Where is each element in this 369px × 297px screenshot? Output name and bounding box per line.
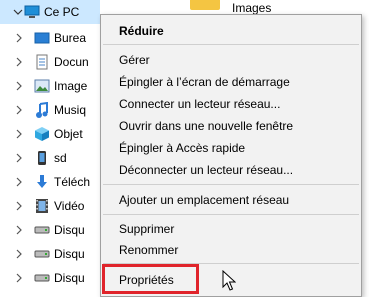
nav-item-label: Burea: [54, 31, 87, 45]
menu-separator: [103, 184, 359, 185]
menu-item-map-network-drive[interactable]: Connecter un lecteur réseau...: [119, 97, 280, 111]
downloads-icon: [34, 174, 50, 190]
drive-icon: [34, 222, 50, 238]
drive-icon: [34, 246, 50, 262]
nav-item-label: Musiq: [54, 103, 87, 117]
chevron-right-icon[interactable]: [14, 223, 24, 237]
phone-icon: [34, 150, 50, 166]
videos-icon: [34, 198, 50, 214]
navigation-pane: Ce PC Burea Docun Image Musiq Objet sd T…: [0, 0, 100, 297]
chevron-right-icon[interactable]: [14, 31, 24, 45]
menu-item-rename[interactable]: Renommer: [119, 243, 178, 257]
chevron-right-icon[interactable]: [14, 127, 24, 141]
chevron-right-icon[interactable]: [14, 55, 24, 69]
nav-item-3d-objects[interactable]: Objet: [0, 122, 100, 146]
content-folder-label[interactable]: Images: [232, 1, 271, 15]
menu-item-open-new-window[interactable]: Ouvrir dans une nouvelle fenêtre: [119, 119, 293, 133]
nav-item-documents[interactable]: Docun: [0, 50, 100, 74]
nav-item-label: Ce PC: [44, 5, 80, 19]
menu-item-collapse[interactable]: Réduire: [119, 24, 164, 38]
nav-item-label: Téléch: [54, 175, 91, 189]
nav-item-sd[interactable]: sd: [0, 146, 100, 170]
music-icon: [34, 102, 50, 118]
nav-item-desktop[interactable]: Burea: [0, 26, 100, 50]
nav-item-label: Vidéo: [54, 199, 85, 213]
menu-item-disconnect-network-drive[interactable]: Déconnecter un lecteur réseau...: [119, 163, 293, 177]
chevron-right-icon[interactable]: [14, 199, 24, 213]
menu-separator: [103, 214, 359, 215]
chevron-right-icon[interactable]: [14, 103, 24, 117]
properties-highlight-box: [102, 264, 199, 294]
menu-item-pin-quick-access[interactable]: Épingler à Accès rapide: [119, 141, 245, 155]
nav-item-label: Disqu: [54, 247, 85, 261]
menu-item-pin-to-start[interactable]: Épingler à l’écran de démarrage: [119, 75, 290, 89]
pictures-icon: [34, 78, 50, 94]
nav-item-pictures[interactable]: Image: [0, 74, 100, 98]
nav-item-label: Disqu: [54, 271, 85, 285]
mouse-cursor-icon: [222, 270, 236, 291]
menu-item-delete[interactable]: Supprimer: [119, 222, 174, 236]
chevron-right-icon[interactable]: [14, 175, 24, 189]
documents-icon: [34, 54, 50, 70]
nav-item-drive-3[interactable]: Disqu: [0, 266, 100, 290]
drive-icon: [34, 270, 50, 286]
nav-item-label: Disqu: [54, 223, 85, 237]
nav-item-this-pc[interactable]: Ce PC: [0, 0, 100, 24]
nav-item-music[interactable]: Musiq: [0, 98, 100, 122]
nav-item-videos[interactable]: Vidéo: [0, 194, 100, 218]
chevron-right-icon[interactable]: [14, 79, 24, 93]
nav-item-label: Docun: [54, 55, 89, 69]
desktop-icon: [34, 30, 50, 46]
nav-item-drive-1[interactable]: Disqu: [0, 218, 100, 242]
nav-item-label: Image: [54, 79, 88, 93]
context-menu: Réduire Gérer Épingler à l’écran de déma…: [100, 14, 362, 297]
menu-item-manage[interactable]: Gérer: [119, 53, 150, 67]
nav-item-label: sd: [54, 151, 67, 165]
menu-item-add-network-location[interactable]: Ajouter un emplacement réseau: [119, 193, 289, 207]
folder-icon[interactable]: [190, 0, 220, 10]
computer-icon: [24, 4, 40, 20]
chevron-right-icon[interactable]: [14, 271, 24, 285]
3d-objects-icon: [34, 126, 50, 142]
nav-item-drive-2[interactable]: Disqu: [0, 242, 100, 266]
menu-separator: [103, 44, 359, 45]
chevron-right-icon[interactable]: [14, 247, 24, 261]
nav-item-label: Objet: [54, 127, 83, 141]
chevron-down-icon[interactable]: [13, 5, 23, 19]
chevron-right-icon[interactable]: [14, 151, 24, 165]
nav-item-downloads[interactable]: Téléch: [0, 170, 100, 194]
